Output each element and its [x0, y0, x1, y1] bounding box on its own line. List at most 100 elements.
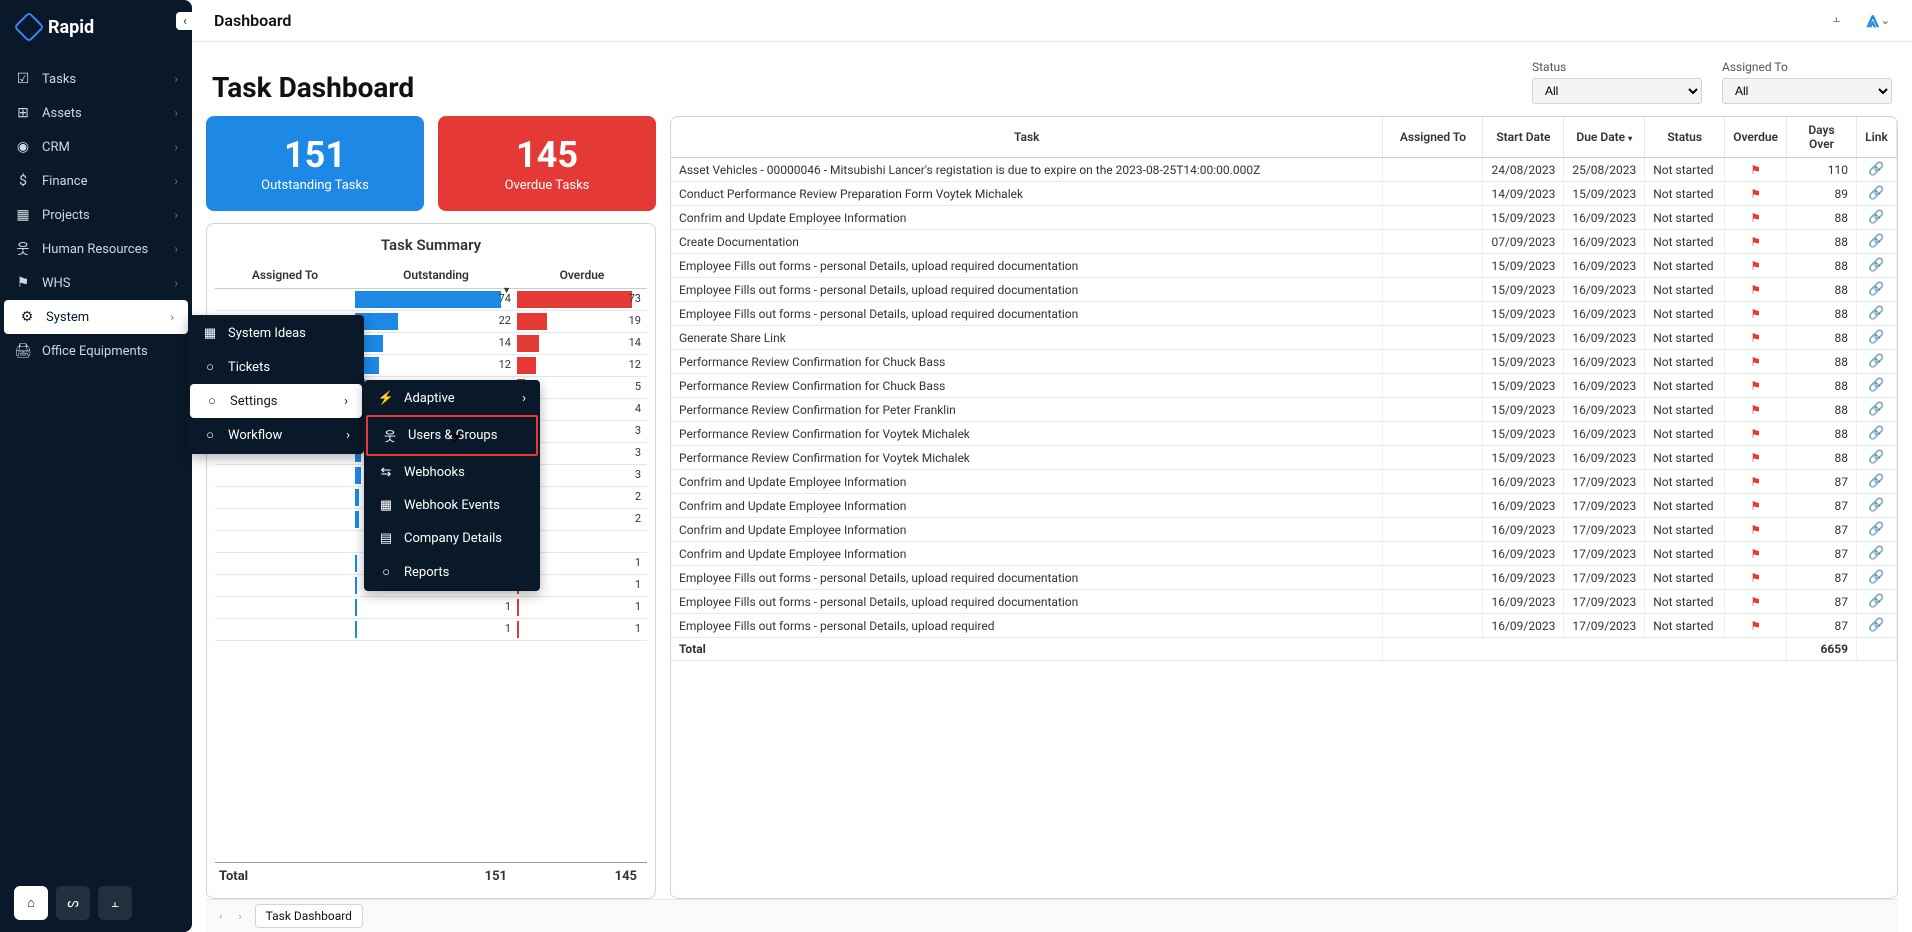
table-row[interactable]: Employee Fills out forms - personal Deta… [671, 254, 1897, 278]
submenu-item-settings[interactable]: ○Settings› [190, 384, 362, 418]
sidebar-item-office-equip[interactable]: 🖨Office Equipments [0, 334, 192, 368]
table-row[interactable]: Performance Review Confirmation for Chuc… [671, 350, 1897, 374]
link-icon[interactable]: 🔗 [1868, 210, 1884, 225]
sitemap-button[interactable]: ᔕ [56, 886, 90, 920]
link-icon[interactable]: 🔗 [1868, 594, 1884, 609]
sidebar-item-assets[interactable]: ⊞Assets› [0, 96, 192, 130]
col-outstanding[interactable]: Outstanding▼ [355, 262, 517, 288]
table-row[interactable]: Create Documentation07/09/202316/09/2023… [671, 230, 1897, 254]
chevron-right-icon: › [344, 394, 348, 409]
link-icon[interactable]: 🔗 [1868, 522, 1884, 537]
bookmark-outline-icon[interactable]: ⫠ [1832, 11, 1852, 31]
link-icon[interactable]: 🔗 [1868, 618, 1884, 633]
ideas-icon: ▦ [202, 326, 218, 341]
flag-icon: ⚑ [1750, 355, 1761, 369]
link-icon[interactable]: 🔗 [1868, 570, 1884, 585]
table-row[interactable]: Confrim and Update Employee Information1… [671, 206, 1897, 230]
chevron-right-icon: › [346, 428, 350, 443]
link-icon[interactable]: 🔗 [1868, 234, 1884, 249]
table-row[interactable]: Confrim and Update Employee Information1… [671, 518, 1897, 542]
sidebar-item-hr[interactable]: 웃Human Resources› [0, 232, 192, 266]
sidebar-collapse-button[interactable]: ‹ [176, 12, 194, 30]
table-row[interactable]: Employee Fills out forms - personal Deta… [671, 614, 1897, 638]
link-icon[interactable]: 🔗 [1868, 162, 1884, 177]
flag-icon: ⚑ [1750, 547, 1761, 561]
sidebar-item-finance[interactable]: $Finance› [0, 164, 192, 198]
table-row[interactable]: Employee Fills out forms - personal Deta… [671, 302, 1897, 326]
sidebar-footer: ⌂ ᔕ ⫠ [0, 874, 192, 932]
flag-icon: ⚑ [1750, 619, 1761, 633]
link-icon[interactable]: 🔗 [1868, 258, 1884, 273]
tab-next-button[interactable]: › [235, 910, 244, 923]
table-row[interactable]: Employee Fills out forms - personal Deta… [671, 278, 1897, 302]
link-icon[interactable]: 🔗 [1868, 474, 1884, 489]
filter-assigned-select[interactable]: All [1722, 78, 1892, 104]
sidebar-item-whs[interactable]: ⚑WHS› [0, 266, 192, 300]
link-icon[interactable]: 🔗 [1868, 426, 1884, 441]
card-overdue[interactable]: 145 Overdue Tasks [438, 116, 656, 211]
reports-icon: ○ [378, 564, 394, 580]
topbar-actions: ⫠ ⩓ ⌄ [1832, 8, 1890, 33]
tab-task-dashboard[interactable]: Task Dashboard [255, 904, 363, 928]
link-icon[interactable]: 🔗 [1868, 330, 1884, 345]
submenu-item-tickets[interactable]: ○Tickets [188, 350, 364, 384]
link-icon[interactable]: 🔗 [1868, 402, 1884, 417]
table-row[interactable]: Performance Review Confirmation for Chuc… [671, 374, 1897, 398]
card-outstanding[interactable]: 151 Outstanding Tasks [206, 116, 424, 211]
table-header[interactable]: Due Date ▾ [1564, 117, 1645, 158]
link-icon[interactable]: 🔗 [1868, 378, 1884, 393]
table-row[interactable]: Confrim and Update Employee Information1… [671, 470, 1897, 494]
brand-logo-icon[interactable]: ⩓ ⌄ [1866, 8, 1890, 33]
flag-icon: ⚑ [1750, 331, 1761, 345]
table-row[interactable]: Performance Review Confirmation for Pete… [671, 398, 1897, 422]
table-header[interactable]: Status [1645, 117, 1725, 158]
flag-icon: ⚑ [1750, 187, 1761, 201]
submenu-item-company-details[interactable]: ▤Company Details [364, 522, 540, 555]
submenu-item-webhook-events[interactable]: ▦Webhook Events [364, 489, 540, 522]
submenu-item-system-ideas[interactable]: ▦System Ideas [188, 317, 364, 350]
link-icon[interactable]: 🔗 [1868, 354, 1884, 369]
table-row[interactable]: Performance Review Confirmation for Voyt… [671, 446, 1897, 470]
bottom-tabs: ‹ › Task Dashboard [206, 899, 1898, 932]
home-button[interactable]: ⌂ [14, 886, 48, 920]
link-icon[interactable]: 🔗 [1868, 306, 1884, 321]
sidebar-item-crm[interactable]: ◉CRM› [0, 130, 192, 164]
table-header[interactable]: Overdue [1725, 117, 1787, 158]
table-row[interactable]: Employee Fills out forms - personal Deta… [671, 566, 1897, 590]
submenu-item-adaptive[interactable]: ⚡Adaptive› [364, 382, 540, 415]
table-row[interactable]: Generate Share Link15/09/202316/09/2023N… [671, 326, 1897, 350]
table-row[interactable]: Conduct Performance Review Preparation F… [671, 182, 1897, 206]
table-row[interactable]: Employee Fills out forms - personal Deta… [671, 590, 1897, 614]
table-header[interactable]: Task [671, 117, 1383, 158]
table-row[interactable]: Asset Vehicles - 00000046 - Mitsubishi L… [671, 158, 1897, 182]
col-assigned[interactable]: Assigned To [215, 262, 355, 288]
submenu-item-workflow[interactable]: ○Workflow› [188, 418, 364, 452]
sidebar-item-system[interactable]: ⚙System› [4, 300, 188, 334]
tab-prev-button[interactable]: ‹ [216, 910, 225, 923]
table-header[interactable]: Assigned To [1383, 117, 1483, 158]
link-icon[interactable]: 🔗 [1868, 450, 1884, 465]
system-icon: ⚙ [18, 308, 36, 326]
submenu-item-webhooks[interactable]: ⇆Webhooks [364, 456, 540, 489]
table-row[interactable]: Confrim and Update Employee Information1… [671, 542, 1897, 566]
logo-text: Rapid [48, 17, 94, 38]
table-row[interactable]: Performance Review Confirmation for Voyt… [671, 422, 1897, 446]
link-icon[interactable]: 🔗 [1868, 498, 1884, 513]
link-icon[interactable]: 🔗 [1868, 546, 1884, 561]
table-header[interactable]: Link [1857, 117, 1897, 158]
sidebar-item-projects[interactable]: ▦Projects› [0, 198, 192, 232]
chevron-right-icon: › [522, 391, 526, 406]
flag-icon: ⚑ [1750, 163, 1761, 177]
bookmark-button[interactable]: ⫠ [98, 886, 132, 920]
table-header[interactable]: Days Over [1787, 117, 1857, 158]
table-row[interactable]: Confrim and Update Employee Information1… [671, 494, 1897, 518]
link-icon[interactable]: 🔗 [1868, 186, 1884, 201]
link-icon[interactable]: 🔗 [1868, 282, 1884, 297]
filter-status-select[interactable]: All [1532, 78, 1702, 104]
sidebar-item-tasks[interactable]: ☑Tasks› [0, 62, 192, 96]
submenu-item-reports[interactable]: ○Reports [364, 555, 540, 589]
table-scroll[interactable]: TaskAssigned ToStart DateDue Date ▾Statu… [671, 117, 1897, 898]
table-header[interactable]: Start Date [1483, 117, 1564, 158]
dash-header: Task Dashboard Status All Assigned To Al… [206, 60, 1898, 104]
col-overdue[interactable]: Overdue [517, 262, 647, 288]
